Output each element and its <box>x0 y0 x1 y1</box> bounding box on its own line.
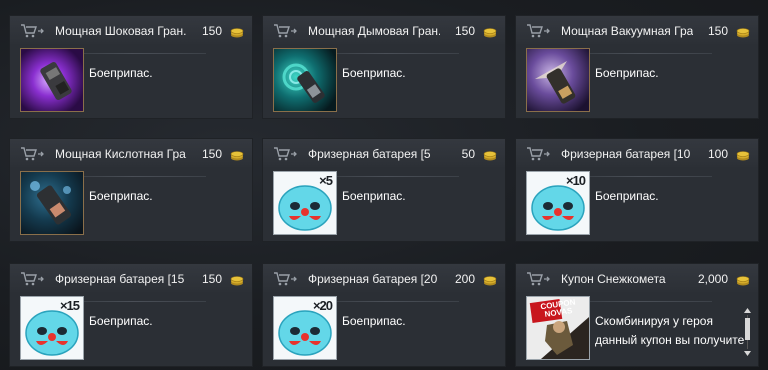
freezer-battery-icon: ×20 <box>273 296 337 360</box>
item-price: 150 <box>454 24 475 38</box>
item-header: Мощная Кислотная Гра.. 150 <box>10 139 252 167</box>
separator <box>337 53 459 54</box>
item-title: Мощная Дымовая Гран.. <box>308 24 440 38</box>
freezer-battery-icon: ×5 <box>273 171 337 235</box>
item-description: Боеприпас. <box>342 314 406 328</box>
item-header: Фризерная батарея [20 200 <box>263 264 505 292</box>
item-title: Купон Снежкомета <box>561 272 666 286</box>
item-price: 150 <box>201 272 222 286</box>
cart-icon[interactable] <box>21 147 45 161</box>
separator <box>84 53 206 54</box>
cart-icon[interactable] <box>527 24 551 38</box>
item-title: Фризерная батарея [10 <box>561 147 691 161</box>
scroll-up-icon[interactable] <box>744 308 751 313</box>
coin-icon <box>736 276 750 286</box>
separator <box>590 176 712 177</box>
coin-icon <box>736 28 750 38</box>
item-description: Боеприпас. <box>342 66 406 80</box>
separator <box>84 176 206 177</box>
coin-icon <box>483 276 497 286</box>
shop-item-card[interactable]: Фризерная батарея [20 200 ×20 Боеприпас. <box>262 263 506 367</box>
coupon-icon: COUPON NOVAS <box>526 296 590 360</box>
shop-item-card[interactable]: Мощная Вакуумная Гра.. 150 Боеприпас. <box>515 15 759 119</box>
cart-icon[interactable] <box>274 272 298 286</box>
item-header: Мощная Вакуумная Гра.. 150 <box>516 16 758 44</box>
quantity-badge: ×20 <box>312 298 333 313</box>
coin-icon <box>736 151 750 161</box>
item-title: Мощная Шоковая Гран.. <box>55 24 187 38</box>
smoke-grenade-icon <box>273 48 337 112</box>
item-price: 2,000 <box>697 272 728 286</box>
item-description: Скомбинируя у героя данный купон вы полу… <box>595 314 745 347</box>
item-price: 200 <box>454 272 475 286</box>
item-title: Фризерная батарея [15 <box>55 272 185 286</box>
cart-icon[interactable] <box>274 147 298 161</box>
coin-icon <box>230 276 244 286</box>
item-price: 100 <box>707 147 728 161</box>
cart-icon[interactable] <box>274 24 298 38</box>
item-header: Мощная Шоковая Гран.. 150 <box>10 16 252 44</box>
description-scrollbar[interactable] <box>744 308 751 356</box>
separator <box>84 301 206 302</box>
item-title: Фризерная батарея [20 <box>308 272 438 286</box>
coin-icon <box>483 28 497 38</box>
shop-item-card[interactable]: Фризерная батарея [15 150 ×15 Боеприпас. <box>9 263 253 367</box>
freezer-battery-icon: ×15 <box>20 296 84 360</box>
item-description: Боеприпас. <box>89 189 153 203</box>
separator <box>590 53 712 54</box>
item-header: Фризерная батарея [5 50 <box>263 139 505 167</box>
item-description: Боеприпас. <box>342 189 406 203</box>
item-description: Боеприпас. <box>89 314 153 328</box>
item-price: 150 <box>201 24 222 38</box>
coin-icon <box>230 28 244 38</box>
scroll-down-icon[interactable] <box>744 351 751 356</box>
item-header: Фризерная батарея [15 150 <box>10 264 252 292</box>
shop-item-card[interactable]: Мощная Дымовая Гран.. 150 Боеприпас. <box>262 15 506 119</box>
shop-item-card[interactable]: Фризерная батарея [10 100 ×10 Боеприпас. <box>515 138 759 242</box>
cart-icon[interactable] <box>527 147 551 161</box>
separator <box>337 176 459 177</box>
shop-item-card[interactable]: Мощная Шоковая Гран.. 150 Боеприпас. <box>9 15 253 119</box>
item-header: Фризерная батарея [10 100 <box>516 139 758 167</box>
quantity-badge: ×5 <box>319 173 333 188</box>
item-title: Фризерная батарея [5 <box>308 147 431 161</box>
scroll-thumb[interactable] <box>745 318 750 340</box>
shop-item-card[interactable]: Фризерная батарея [5 50 ×5 Боеприпас. <box>262 138 506 242</box>
cart-icon[interactable] <box>21 24 45 38</box>
separator <box>590 301 712 302</box>
item-header: Мощная Дымовая Гран.. 150 <box>263 16 505 44</box>
shock-grenade-icon <box>20 48 84 112</box>
item-price: 150 <box>707 24 728 38</box>
item-description: Боеприпас. <box>595 189 659 203</box>
item-title: Мощная Вакуумная Гра.. <box>561 24 693 38</box>
quantity-badge: ×10 <box>565 173 586 188</box>
item-price: 50 <box>461 147 475 161</box>
freezer-battery-icon: ×10 <box>526 171 590 235</box>
acid-grenade-icon <box>20 171 84 235</box>
item-price: 150 <box>201 147 222 161</box>
cart-icon[interactable] <box>527 272 551 286</box>
item-header: Купон Снежкомета 2,000 <box>516 264 758 292</box>
item-description: Боеприпас. <box>595 66 659 80</box>
shop-grid: Мощная Шоковая Гран.. 150 Боеприпас. Мощ… <box>0 0 768 370</box>
quantity-badge: ×15 <box>59 298 80 313</box>
vacuum-grenade-icon <box>526 48 590 112</box>
item-title: Мощная Кислотная Гра.. <box>55 147 187 161</box>
coin-icon <box>483 151 497 161</box>
cart-icon[interactable] <box>21 272 45 286</box>
shop-item-card[interactable]: Купон Снежкомета 2,000 COUPON NOVAS Ском… <box>515 263 759 367</box>
shop-item-card[interactable]: Мощная Кислотная Гра.. 150 Боеприпас. <box>9 138 253 242</box>
separator <box>337 301 459 302</box>
item-description: Боеприпас. <box>89 66 153 80</box>
coin-icon <box>230 151 244 161</box>
